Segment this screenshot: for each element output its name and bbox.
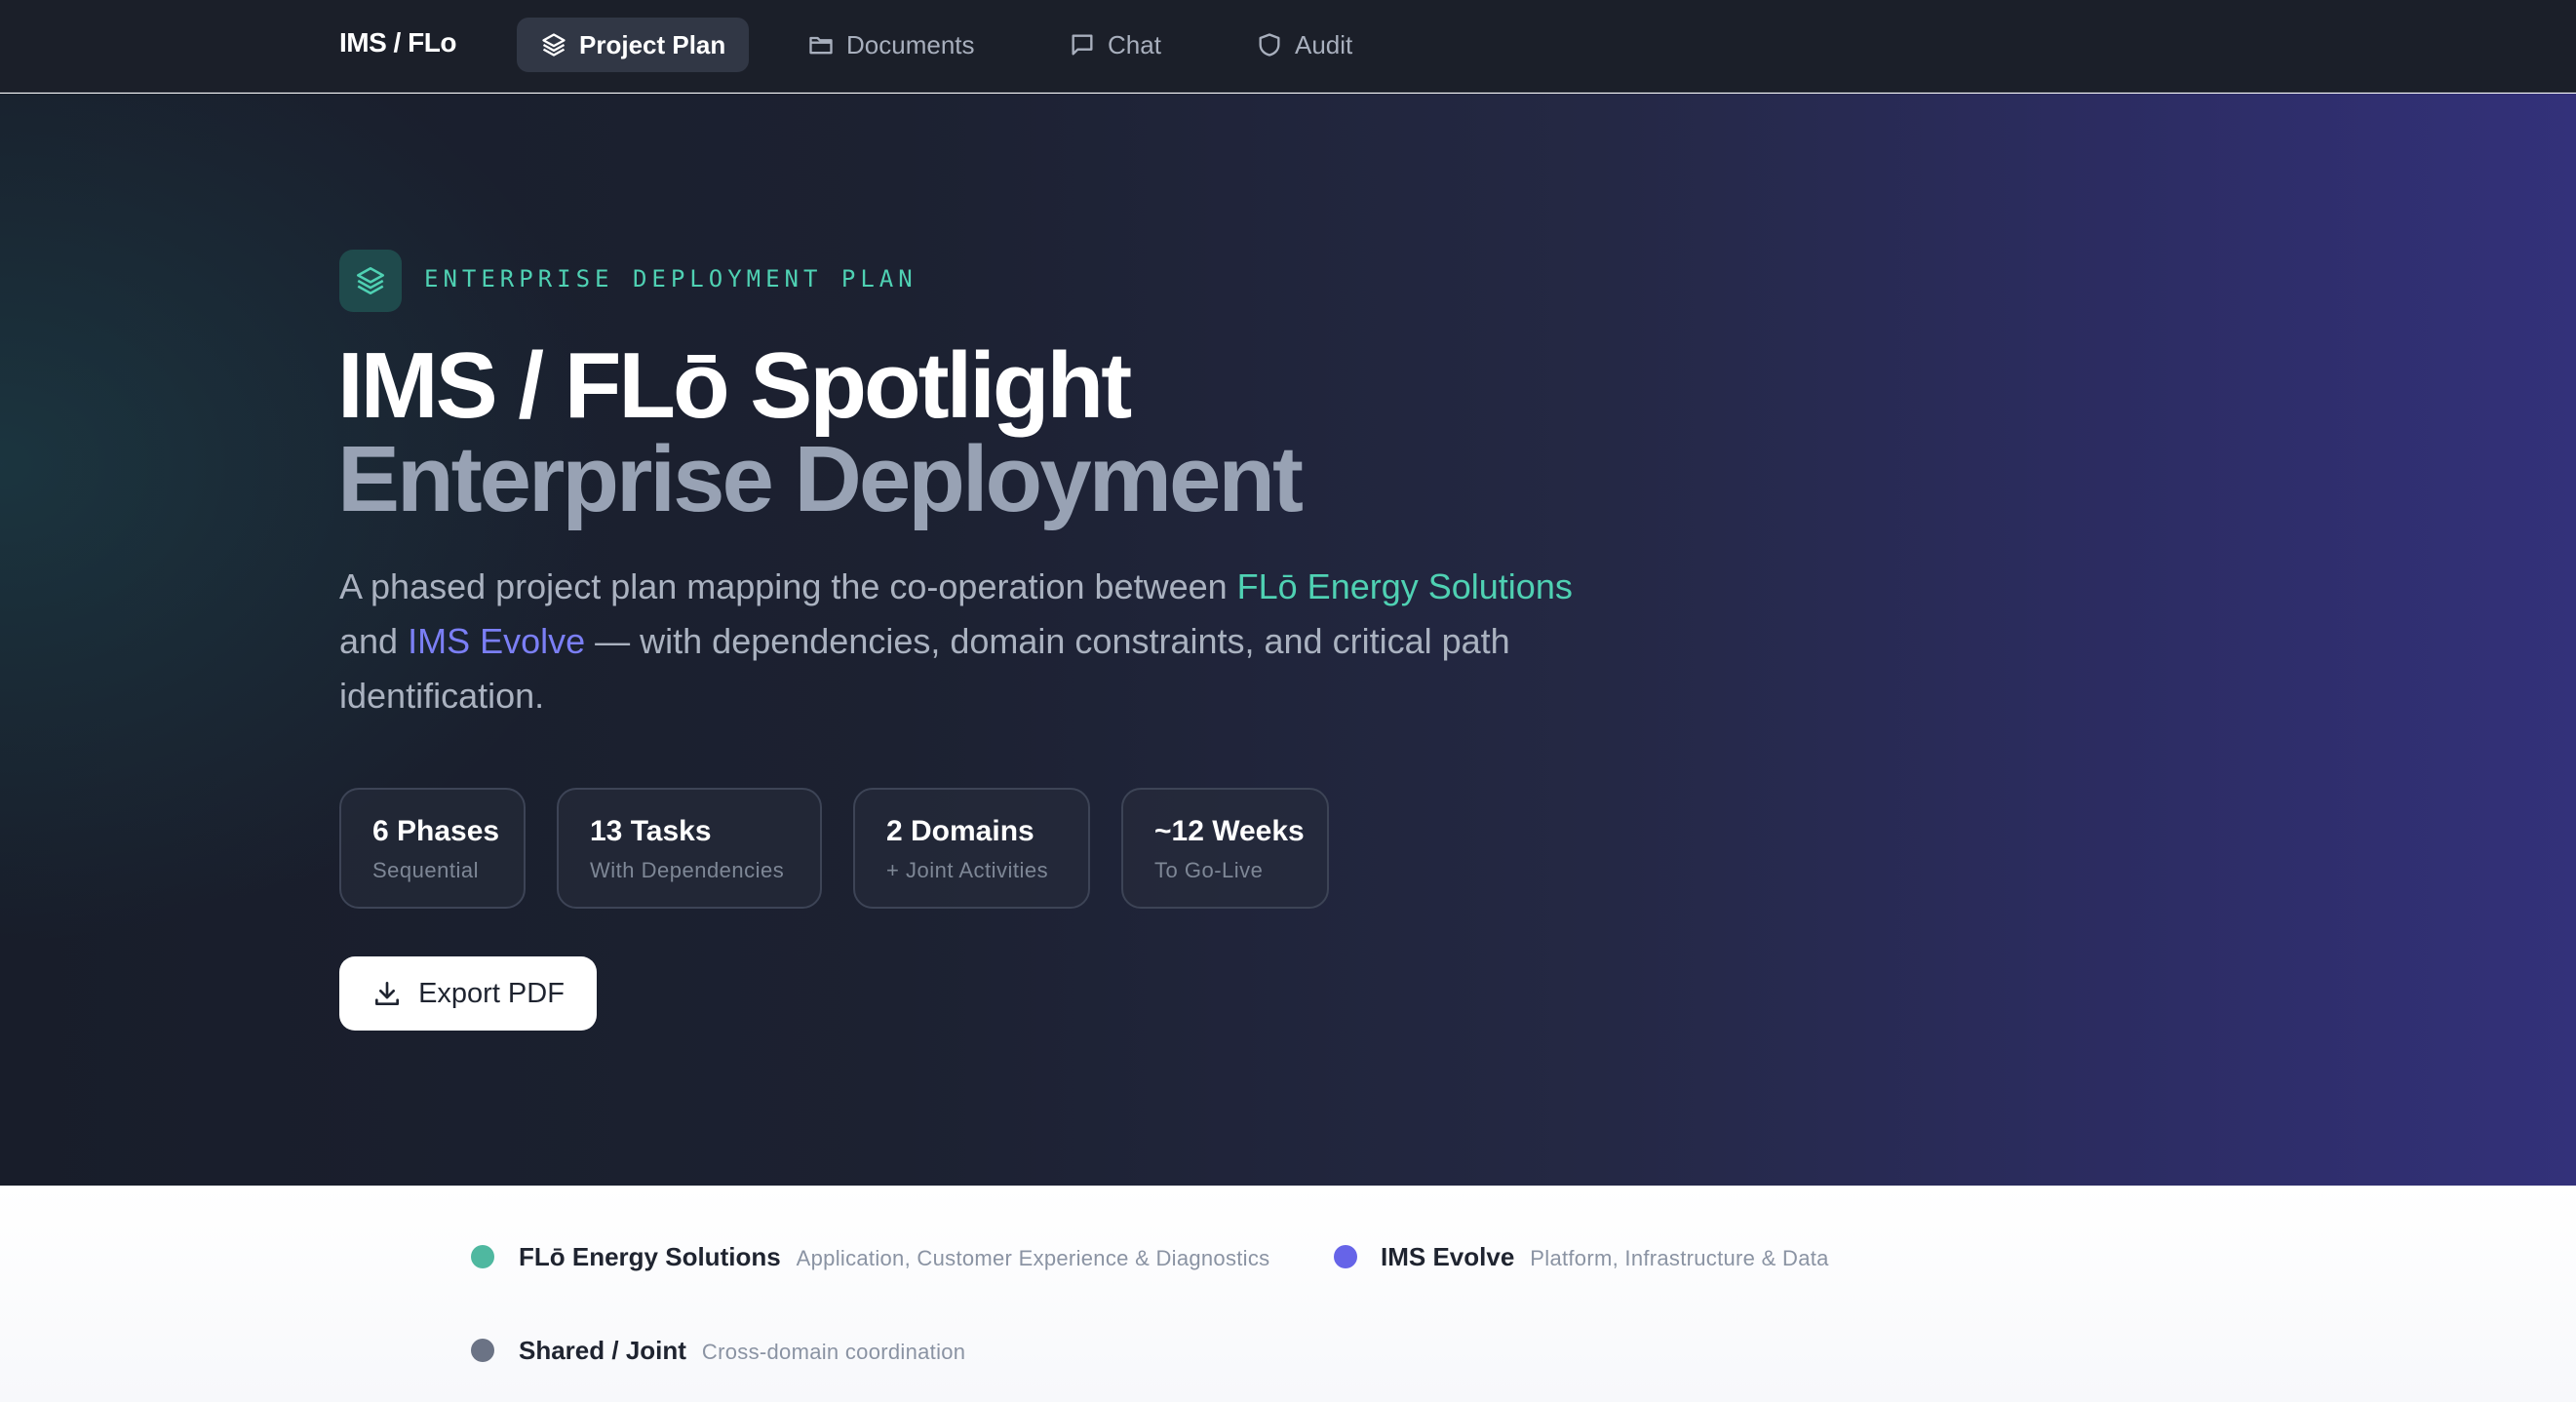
legend-description: Application, Customer Experience & Diagn… — [796, 1246, 1270, 1270]
domain-legend: FLō Energy Solutions Application, Custom… — [0, 1186, 2576, 1402]
nav-tab-project-plan[interactable]: Project Plan — [517, 18, 750, 72]
brand-logo[interactable]: IMS / FLo — [339, 27, 456, 58]
legend-item-ims: IMS Evolve Platform, Infrastructure & Da… — [1381, 1242, 1829, 1272]
layers-icon — [356, 266, 385, 295]
stat-subtitle: To Go-Live — [1154, 858, 1264, 882]
stat-subtitle: Sequential — [372, 858, 479, 882]
top-navigation-bar: IMS / FLo Project Plan Documents Chat Au… — [0, 0, 2576, 93]
eyebrow-label: ENTERPRISE DEPLOYMENT PLAN — [424, 265, 917, 292]
flo-highlight: FLō Energy Solutions — [1236, 566, 1573, 606]
legend-description: Platform, Infrastructure & Data — [1530, 1246, 1829, 1270]
chat-icon — [1072, 34, 1093, 56]
hero-description: A phased project plan mapping the co-ope… — [339, 560, 1636, 723]
stat-value: ~12 Weeks — [1154, 815, 1305, 847]
stat-value: 6 Phases — [372, 815, 500, 847]
page-title: IMS / FLō Spotlight — [337, 333, 1132, 438]
nav-tab-chat[interactable]: Chat — [1045, 18, 1185, 72]
legend-item-flo: FLō Energy Solutions Application, Custom… — [519, 1242, 1269, 1272]
ims-domain-dot-icon — [1334, 1245, 1357, 1268]
nav-tab-documents[interactable]: Documents — [784, 18, 998, 72]
shared-domain-dot-icon — [471, 1339, 494, 1362]
page-subtitle: Enterprise Deployment — [337, 427, 1304, 531]
nav-tab-label: Chat — [1108, 29, 1161, 59]
stat-card-domains: 2 Domains + Joint Activities — [853, 788, 1090, 909]
hero-section: ENTERPRISE DEPLOYMENT PLAN IMS / FLō Spo… — [0, 94, 2576, 1186]
flo-domain-dot-icon — [471, 1245, 494, 1268]
stat-card-phases: 6 Phases Sequential — [339, 788, 526, 909]
lead-text: A phased project plan mapping the co-ope… — [339, 566, 1237, 606]
nav-tab-label: Documents — [846, 29, 975, 59]
stat-card-tasks: 13 Tasks With Dependencies — [557, 788, 822, 909]
download-icon — [375, 982, 400, 1005]
legend-description: Cross-domain coordination — [701, 1340, 966, 1364]
legend-name: Shared / Joint — [519, 1336, 686, 1365]
legend-name: IMS Evolve — [1381, 1242, 1515, 1271]
folder-icon — [809, 36, 833, 55]
stat-card-weeks: ~12 Weeks To Go-Live — [1121, 788, 1329, 909]
stat-subtitle: With Dependencies — [590, 858, 785, 882]
stat-value: 13 Tasks — [590, 815, 712, 847]
nav-tab-label: Audit — [1295, 29, 1353, 59]
legend-name: FLō Energy Solutions — [519, 1242, 781, 1271]
stat-value: 2 Domains — [886, 815, 1034, 847]
stat-subtitle: + Joint Activities — [886, 858, 1049, 882]
export-pdf-button[interactable]: Export PDF — [339, 956, 597, 1031]
export-label: Export PDF — [418, 977, 565, 1009]
nav-tab-audit[interactable]: Audit — [1232, 18, 1376, 72]
lead-text: and — [339, 621, 409, 661]
legend-item-shared: Shared / Joint Cross-domain coordination — [519, 1336, 965, 1366]
ims-highlight: IMS Evolve — [408, 621, 586, 661]
layers-icon — [542, 33, 566, 57]
shield-icon — [1259, 33, 1280, 57]
eyebrow-badge — [339, 250, 402, 312]
nav-tab-label: Project Plan — [579, 29, 726, 59]
